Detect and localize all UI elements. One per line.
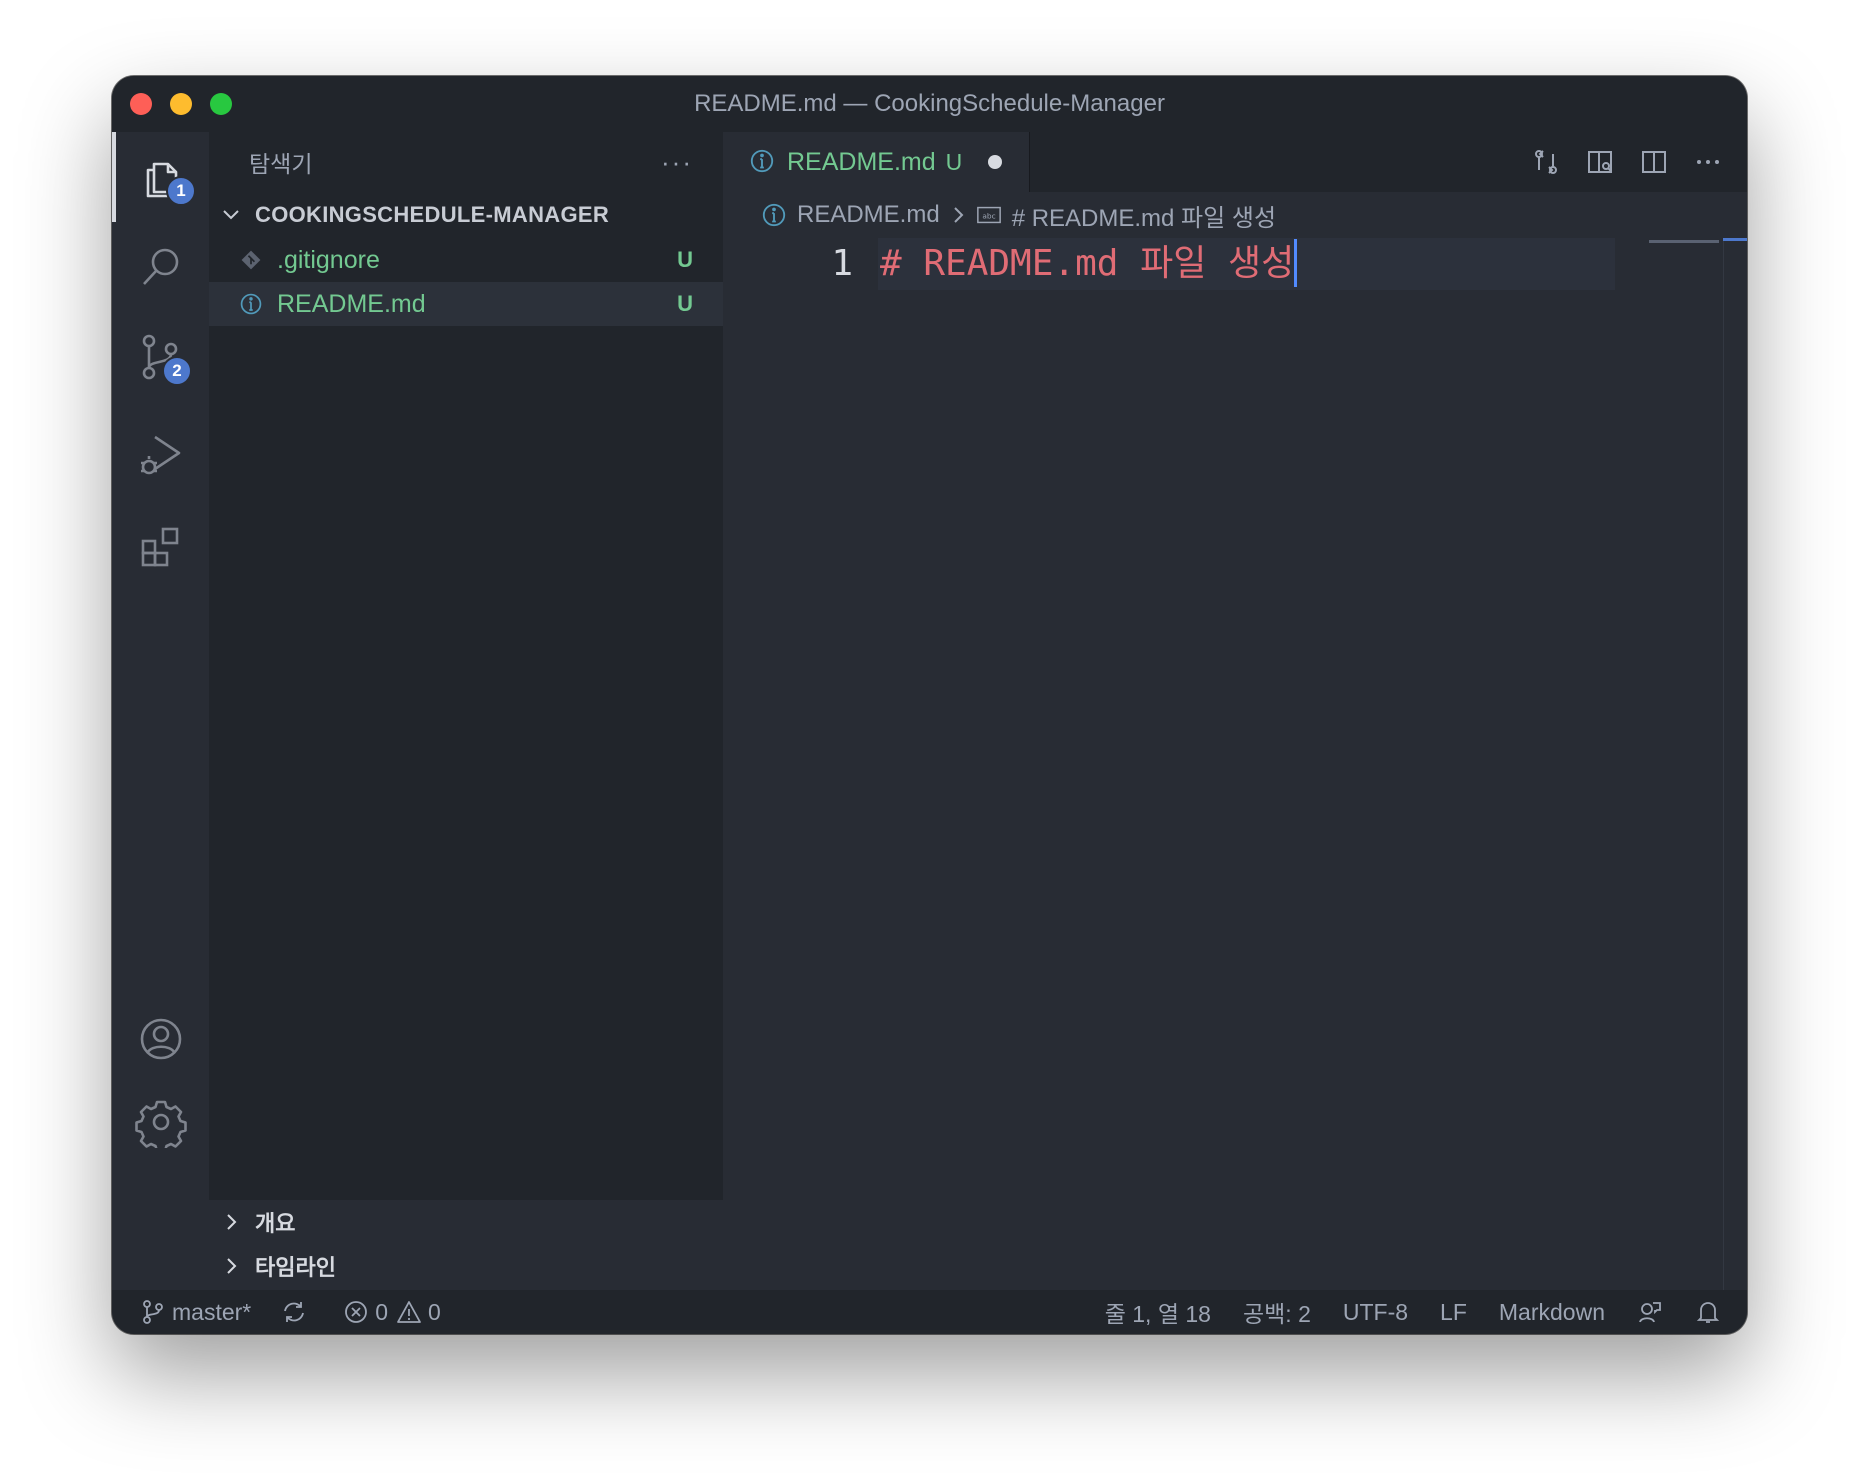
- extensions-button[interactable]: [112, 502, 209, 592]
- encoding-status[interactable]: UTF-8: [1343, 1299, 1408, 1326]
- search-button[interactable]: [112, 222, 209, 312]
- error-count: 0: [375, 1298, 389, 1325]
- accounts-button[interactable]: [112, 994, 209, 1084]
- title-bar: README.md — CookingSchedule-Manager: [112, 76, 1747, 132]
- chevron-right-icon: [217, 1208, 245, 1236]
- file-name: README.md: [277, 289, 426, 318]
- outline-panel-header[interactable]: 개요: [209, 1200, 723, 1244]
- cursor-position-status[interactable]: 줄 1, 열 18: [1105, 1295, 1211, 1329]
- file-tree: COOKINGSCHEDULE-MANAGER .gitignore U REA…: [209, 192, 723, 1200]
- extensions-icon: [141, 527, 178, 567]
- compare-changes-icon: [1535, 150, 1557, 174]
- error-icon: [343, 1299, 369, 1325]
- branch-name: master*: [172, 1298, 252, 1325]
- workspace-folder[interactable]: COOKINGSCHEDULE-MANAGER: [209, 192, 723, 238]
- manage-button[interactable]: [112, 1077, 209, 1167]
- branch-status[interactable]: master*: [140, 1299, 251, 1326]
- breadcrumb-file[interactable]: README.md: [797, 201, 940, 229]
- code-editor[interactable]: 1 # README.md 파일 생성: [723, 238, 1747, 1290]
- split-editor-icon: [1642, 151, 1666, 173]
- eol-status[interactable]: LF: [1440, 1299, 1467, 1326]
- tab-label: README.md: [787, 147, 936, 176]
- minimize-window-button[interactable]: [170, 93, 192, 115]
- ellipsis-icon: [1697, 160, 1719, 164]
- open-preview-button[interactable]: [1583, 145, 1617, 179]
- cursor-position-marker: [1723, 238, 1747, 241]
- line-content[interactable]: # README.md 파일 생성: [880, 238, 1298, 290]
- indentation-status[interactable]: 공백: 2: [1243, 1295, 1311, 1329]
- explorer-badge: 1: [166, 176, 196, 206]
- split-editor-button[interactable]: [1637, 145, 1671, 179]
- editor-actions: [1529, 132, 1725, 192]
- git-diamond-icon: [237, 246, 265, 274]
- feedback-button[interactable]: [1637, 1299, 1663, 1325]
- sync-icon: [281, 1299, 307, 1325]
- file-item-gitignore[interactable]: .gitignore U: [209, 238, 723, 282]
- window-controls: [130, 93, 232, 115]
- bell-icon: [1696, 1302, 1720, 1323]
- preview-icon: [1588, 151, 1612, 173]
- search-icon: [142, 248, 178, 285]
- heading-text: # README.md 파일 생성: [880, 243, 1295, 284]
- sync-button[interactable]: [281, 1299, 313, 1325]
- language-mode-status[interactable]: Markdown: [1499, 1299, 1605, 1326]
- line-number: 1: [831, 243, 853, 284]
- minimap[interactable]: [1649, 240, 1719, 243]
- vscode-window: README.md — CookingSchedule-Manager 1 2 …: [112, 76, 1747, 1334]
- explorer-button[interactable]: 1: [112, 132, 209, 222]
- editor-group: README.md U README.md abc # README.md 파일…: [723, 132, 1747, 1290]
- status-bar: master* 0 0 줄 1, 열 18 공백: 2 UTF-8 LF Mar…: [112, 1290, 1747, 1334]
- more-actions-button[interactable]: [1691, 145, 1725, 179]
- explorer-sidebar: 탐색기 ··· COOKINGSCHEDULE-MANAGER .gitigno…: [209, 132, 723, 1290]
- vertical-scrollbar[interactable]: [1723, 238, 1747, 1290]
- notifications-button[interactable]: [1695, 1299, 1721, 1325]
- git-status-badge: U: [677, 247, 693, 272]
- info-icon: [761, 202, 787, 228]
- source-control-button[interactable]: 2: [112, 312, 209, 402]
- close-window-button[interactable]: [130, 93, 152, 115]
- feedback-icon: [1639, 1302, 1661, 1323]
- account-icon: [140, 1018, 181, 1060]
- panel-label: 타임라인: [255, 1255, 336, 1280]
- open-changes-button[interactable]: [1529, 145, 1563, 179]
- source-control-badge: 2: [162, 356, 192, 386]
- chevron-right-icon: [948, 205, 968, 225]
- sidebar-panels: 개요 타임라인: [209, 1200, 723, 1290]
- window-title: README.md — CookingSchedule-Manager: [694, 90, 1165, 117]
- tab-git-status: U: [945, 148, 963, 175]
- panel-label: 개요: [255, 1211, 296, 1236]
- git-status-badge: U: [677, 291, 693, 316]
- info-icon: [749, 148, 777, 176]
- warning-icon: [396, 1299, 422, 1325]
- svg-text:abc: abc: [982, 212, 995, 221]
- workspace-folder-name: COOKINGSCHEDULE-MANAGER: [255, 202, 610, 227]
- chevron-down-icon: [217, 201, 245, 229]
- file-item-readme[interactable]: README.md U: [209, 282, 723, 326]
- maximize-window-button[interactable]: [210, 93, 232, 115]
- breadcrumb: README.md abc # README.md 파일 생성: [723, 192, 1747, 238]
- explorer-header: 탐색기 ···: [209, 132, 723, 192]
- text-cursor: [1294, 239, 1298, 287]
- git-branch-icon: [140, 1299, 166, 1325]
- explorer-title: 탐색기: [249, 151, 313, 177]
- run-debug-button[interactable]: [112, 410, 209, 500]
- code-line[interactable]: 1 # README.md 파일 생성: [723, 238, 1659, 290]
- info-icon: [237, 290, 265, 318]
- warning-count: 0: [428, 1298, 441, 1325]
- chevron-right-icon: [217, 1252, 245, 1280]
- unsaved-dot-icon[interactable]: [988, 155, 1003, 169]
- file-name: .gitignore: [277, 245, 380, 274]
- run-debug-icon: [140, 435, 180, 475]
- breadcrumb-symbol[interactable]: # README.md 파일 생성: [1012, 198, 1276, 233]
- gear-icon: [134, 1100, 187, 1148]
- tab-bar: README.md U: [723, 132, 1747, 192]
- tab-readme[interactable]: README.md U: [723, 132, 1030, 192]
- activity-bar: 1 2: [112, 132, 209, 1290]
- timeline-panel-header[interactable]: 타임라인: [209, 1244, 723, 1288]
- problems-status[interactable]: 0 0: [343, 1299, 441, 1326]
- explorer-more-actions-button[interactable]: ···: [661, 147, 693, 178]
- string-symbol-icon: abc: [976, 202, 1002, 228]
